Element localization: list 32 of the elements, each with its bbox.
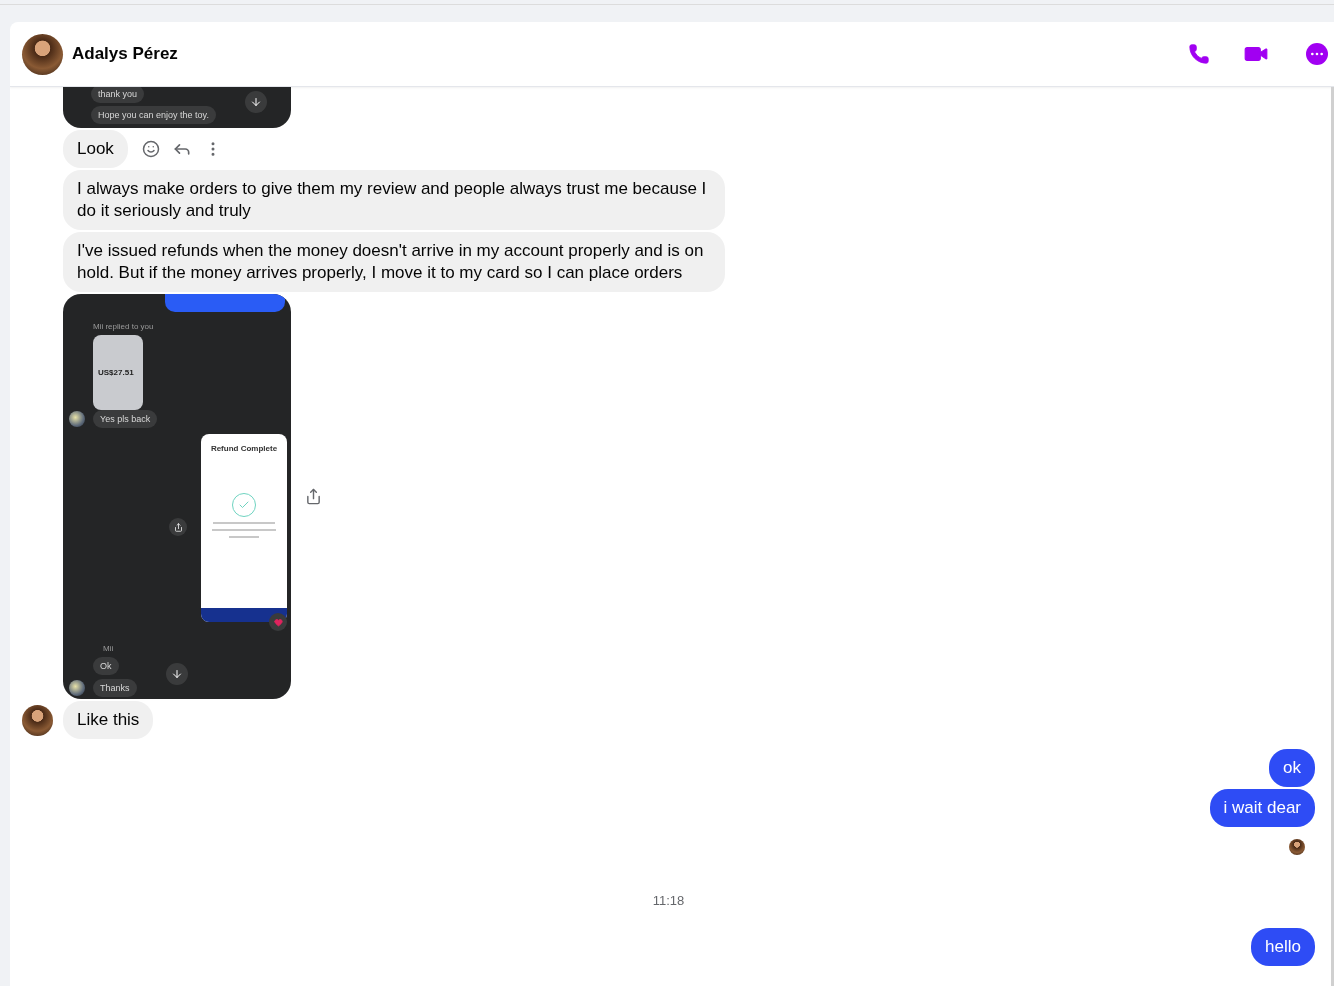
message-bubble: hello: [1251, 928, 1315, 966]
arrow-down-icon: [166, 663, 188, 685]
timestamp: 11:18: [652, 893, 685, 908]
message-bubble: i wait dear: [1209, 789, 1315, 827]
arrow-down-icon: [245, 91, 267, 113]
contact-name[interactable]: Adalys Pérez: [72, 44, 1155, 64]
avatar: [22, 704, 53, 736]
avatar[interactable]: [22, 33, 63, 75]
screenshot-message: thank you: [91, 87, 145, 103]
message-bubble: ok: [1269, 749, 1315, 787]
avatar: [69, 680, 85, 696]
avatar: [69, 411, 85, 427]
message-bubble: I've issued refunds when the money doesn't arrive in my account properly and is on hold. But if the money arrives properly, I move it to my card so I can place orders: [63, 232, 725, 292]
chat-screenshot[interactable]: Mii replied to you US$27.51 Yes pls back Refund Complete Mii Ok Thanks: [63, 294, 291, 699]
screenshot-message: Ok: [93, 657, 119, 675]
screenshot-message: Hope you can enjoy the toy.: [91, 106, 216, 124]
emoji-icon[interactable]: [141, 140, 160, 158]
message-bubble: Look: [63, 130, 128, 168]
screenshot-message: Thanks: [93, 679, 137, 697]
reply-preview: US$27.51: [93, 335, 143, 410]
phone-icon[interactable]: [1188, 43, 1210, 65]
message-bubble: Like this: [63, 701, 154, 739]
message-bubble: I always make orders to give them my review and people always trust me because I do it seriously and truly: [63, 170, 725, 230]
reply-note: Mii replied to you: [93, 322, 155, 331]
share-icon[interactable]: [305, 488, 322, 505]
chat-screenshot[interactable]: thank you Hope you can enjoy the toy.: [63, 87, 291, 128]
phone-screenshot: Refund Complete: [201, 434, 287, 622]
seen-avatar: [1289, 839, 1305, 855]
sender-name: Mii: [103, 644, 115, 653]
share-icon: [169, 518, 187, 536]
more-icon[interactable]: [1306, 43, 1328, 65]
screenshot-message: Yes pls back: [93, 410, 158, 428]
